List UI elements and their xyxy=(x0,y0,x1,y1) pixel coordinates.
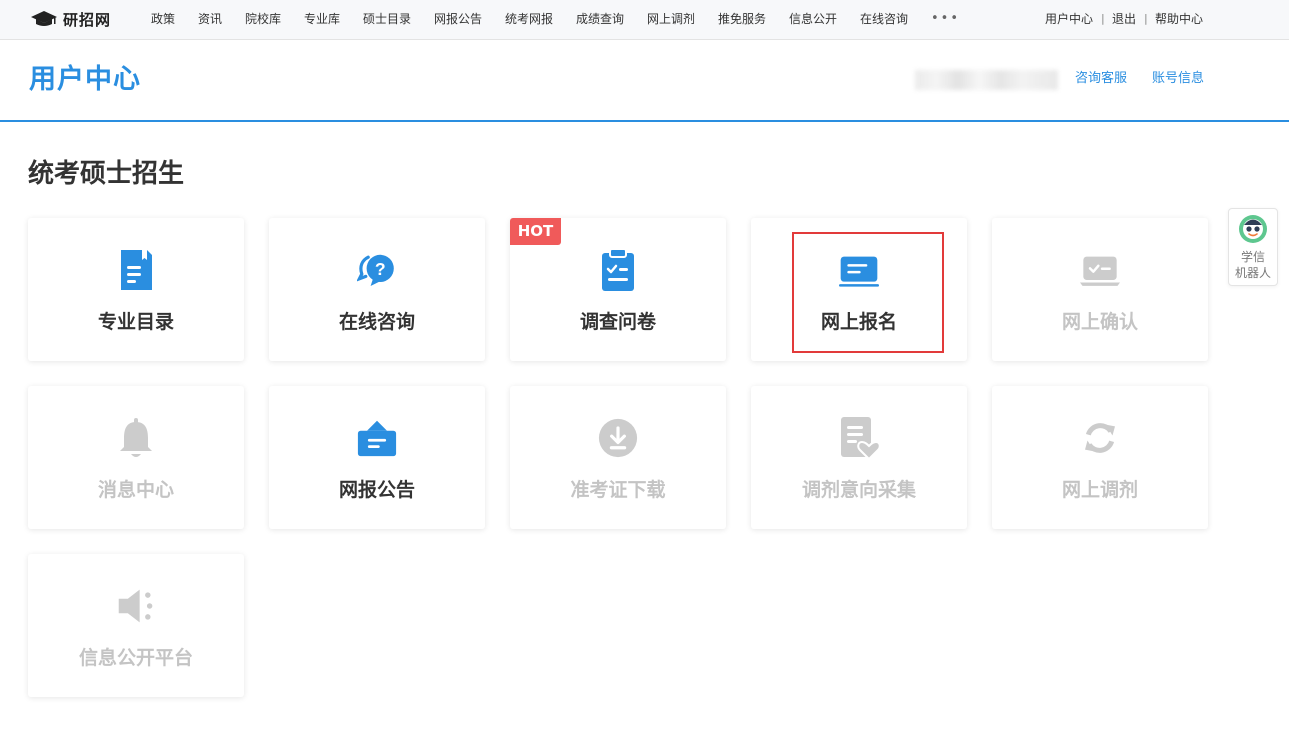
nav-item-disclosure[interactable]: 信息公开 xyxy=(789,12,837,26)
graduation-cap-icon xyxy=(31,11,57,26)
notice-board-icon xyxy=(357,416,397,460)
chat-question-icon: ? xyxy=(357,248,397,292)
card-label: 网上报名 xyxy=(820,311,897,333)
page-header: 用户中心 咨询客服 账号信息 xyxy=(0,40,1289,122)
nav-separator: | xyxy=(1101,12,1105,25)
form-screen-icon xyxy=(839,248,879,292)
card-online-consult[interactable]: ? 在线咨询 xyxy=(269,218,485,361)
card-online-registration[interactable]: 网上报名 xyxy=(751,218,967,361)
card-message-center[interactable]: 消息中心 xyxy=(28,386,244,529)
help-center-link[interactable]: 帮助中心 xyxy=(1155,12,1203,26)
svg-text:?: ? xyxy=(375,259,386,279)
page-title: 用户中心 xyxy=(29,64,141,95)
top-nav-bar: 研招网 政策 资讯 院校库 专业库 硕士目录 网报公告 统考网报 成绩查询 网上… xyxy=(0,0,1289,40)
bell-icon xyxy=(116,416,156,460)
card-info-disclosure[interactable]: 信息公开平台 xyxy=(28,554,244,697)
card-survey[interactable]: HOT 调查问卷 xyxy=(510,218,726,361)
card-online-adjustment[interactable]: 网上调剂 xyxy=(992,386,1208,529)
speaker-icon xyxy=(116,584,156,628)
site-logo[interactable]: 研招网 xyxy=(30,9,111,29)
nav-item-news[interactable]: 资讯 xyxy=(198,12,222,26)
card-label: 专业目录 xyxy=(97,311,174,333)
card-label: 在线咨询 xyxy=(338,311,415,333)
refresh-icon xyxy=(1080,416,1120,460)
section-title: 统考硕士招生 xyxy=(28,159,185,189)
nav-item-schools[interactable]: 院校库 xyxy=(245,12,281,26)
card-major-catalog[interactable]: 专业目录 xyxy=(28,218,244,361)
card-label: 信息公开平台 xyxy=(78,647,193,669)
nav-more-button[interactable]: ••• xyxy=(931,11,960,26)
card-registration-notice[interactable]: 网报公告 xyxy=(269,386,485,529)
document-icon xyxy=(116,248,156,292)
logo-text: 研招网 xyxy=(63,10,112,29)
customer-service-link[interactable]: 咨询客服 xyxy=(1075,71,1127,87)
xuexin-robot-widget[interactable]: 学信 机器人 xyxy=(1228,208,1278,286)
hot-badge: HOT xyxy=(510,218,561,245)
card-admission-ticket[interactable]: 准考证下载 xyxy=(510,386,726,529)
nav-item-policy[interactable]: 政策 xyxy=(151,12,175,26)
account-info-link[interactable]: 账号信息 xyxy=(1152,71,1204,87)
nav-separator: | xyxy=(1144,12,1148,25)
laptop-check-icon xyxy=(1080,248,1120,292)
logout-link[interactable]: 退出 xyxy=(1112,12,1136,26)
robot-avatar-icon xyxy=(1239,215,1267,243)
nav-item-recommendation[interactable]: 推免服务 xyxy=(718,12,766,26)
nav-item-announcements[interactable]: 网报公告 xyxy=(434,12,482,26)
card-label: 消息中心 xyxy=(97,479,174,501)
download-icon xyxy=(598,416,638,460)
nav-item-consult[interactable]: 在线咨询 xyxy=(860,12,908,26)
card-label: 准考证下载 xyxy=(570,479,666,501)
card-adjustment-intent[interactable]: 调剂意向采集 xyxy=(751,386,967,529)
user-center-link[interactable]: 用户中心 xyxy=(1045,12,1093,26)
nav-item-registration[interactable]: 统考网报 xyxy=(505,12,553,26)
nav-item-catalog[interactable]: 硕士目录 xyxy=(363,12,411,26)
robot-label: 机器人 xyxy=(1234,266,1271,280)
card-label: 调剂意向采集 xyxy=(801,479,916,501)
nav-item-majors[interactable]: 专业库 xyxy=(304,12,340,26)
blurred-username xyxy=(915,70,1058,90)
card-label: 网上确认 xyxy=(1061,311,1138,333)
robot-label: 学信 xyxy=(1240,250,1265,264)
card-online-confirm[interactable]: 网上确认 xyxy=(992,218,1208,361)
nav-item-adjustment[interactable]: 网上调剂 xyxy=(647,12,695,26)
doc-heart-icon xyxy=(839,416,879,460)
nav-item-scores[interactable]: 成绩查询 xyxy=(576,12,624,26)
card-label: 调查问卷 xyxy=(579,311,656,333)
clipboard-check-icon xyxy=(598,248,638,292)
card-label: 网报公告 xyxy=(338,479,415,501)
card-label: 网上调剂 xyxy=(1061,479,1138,501)
